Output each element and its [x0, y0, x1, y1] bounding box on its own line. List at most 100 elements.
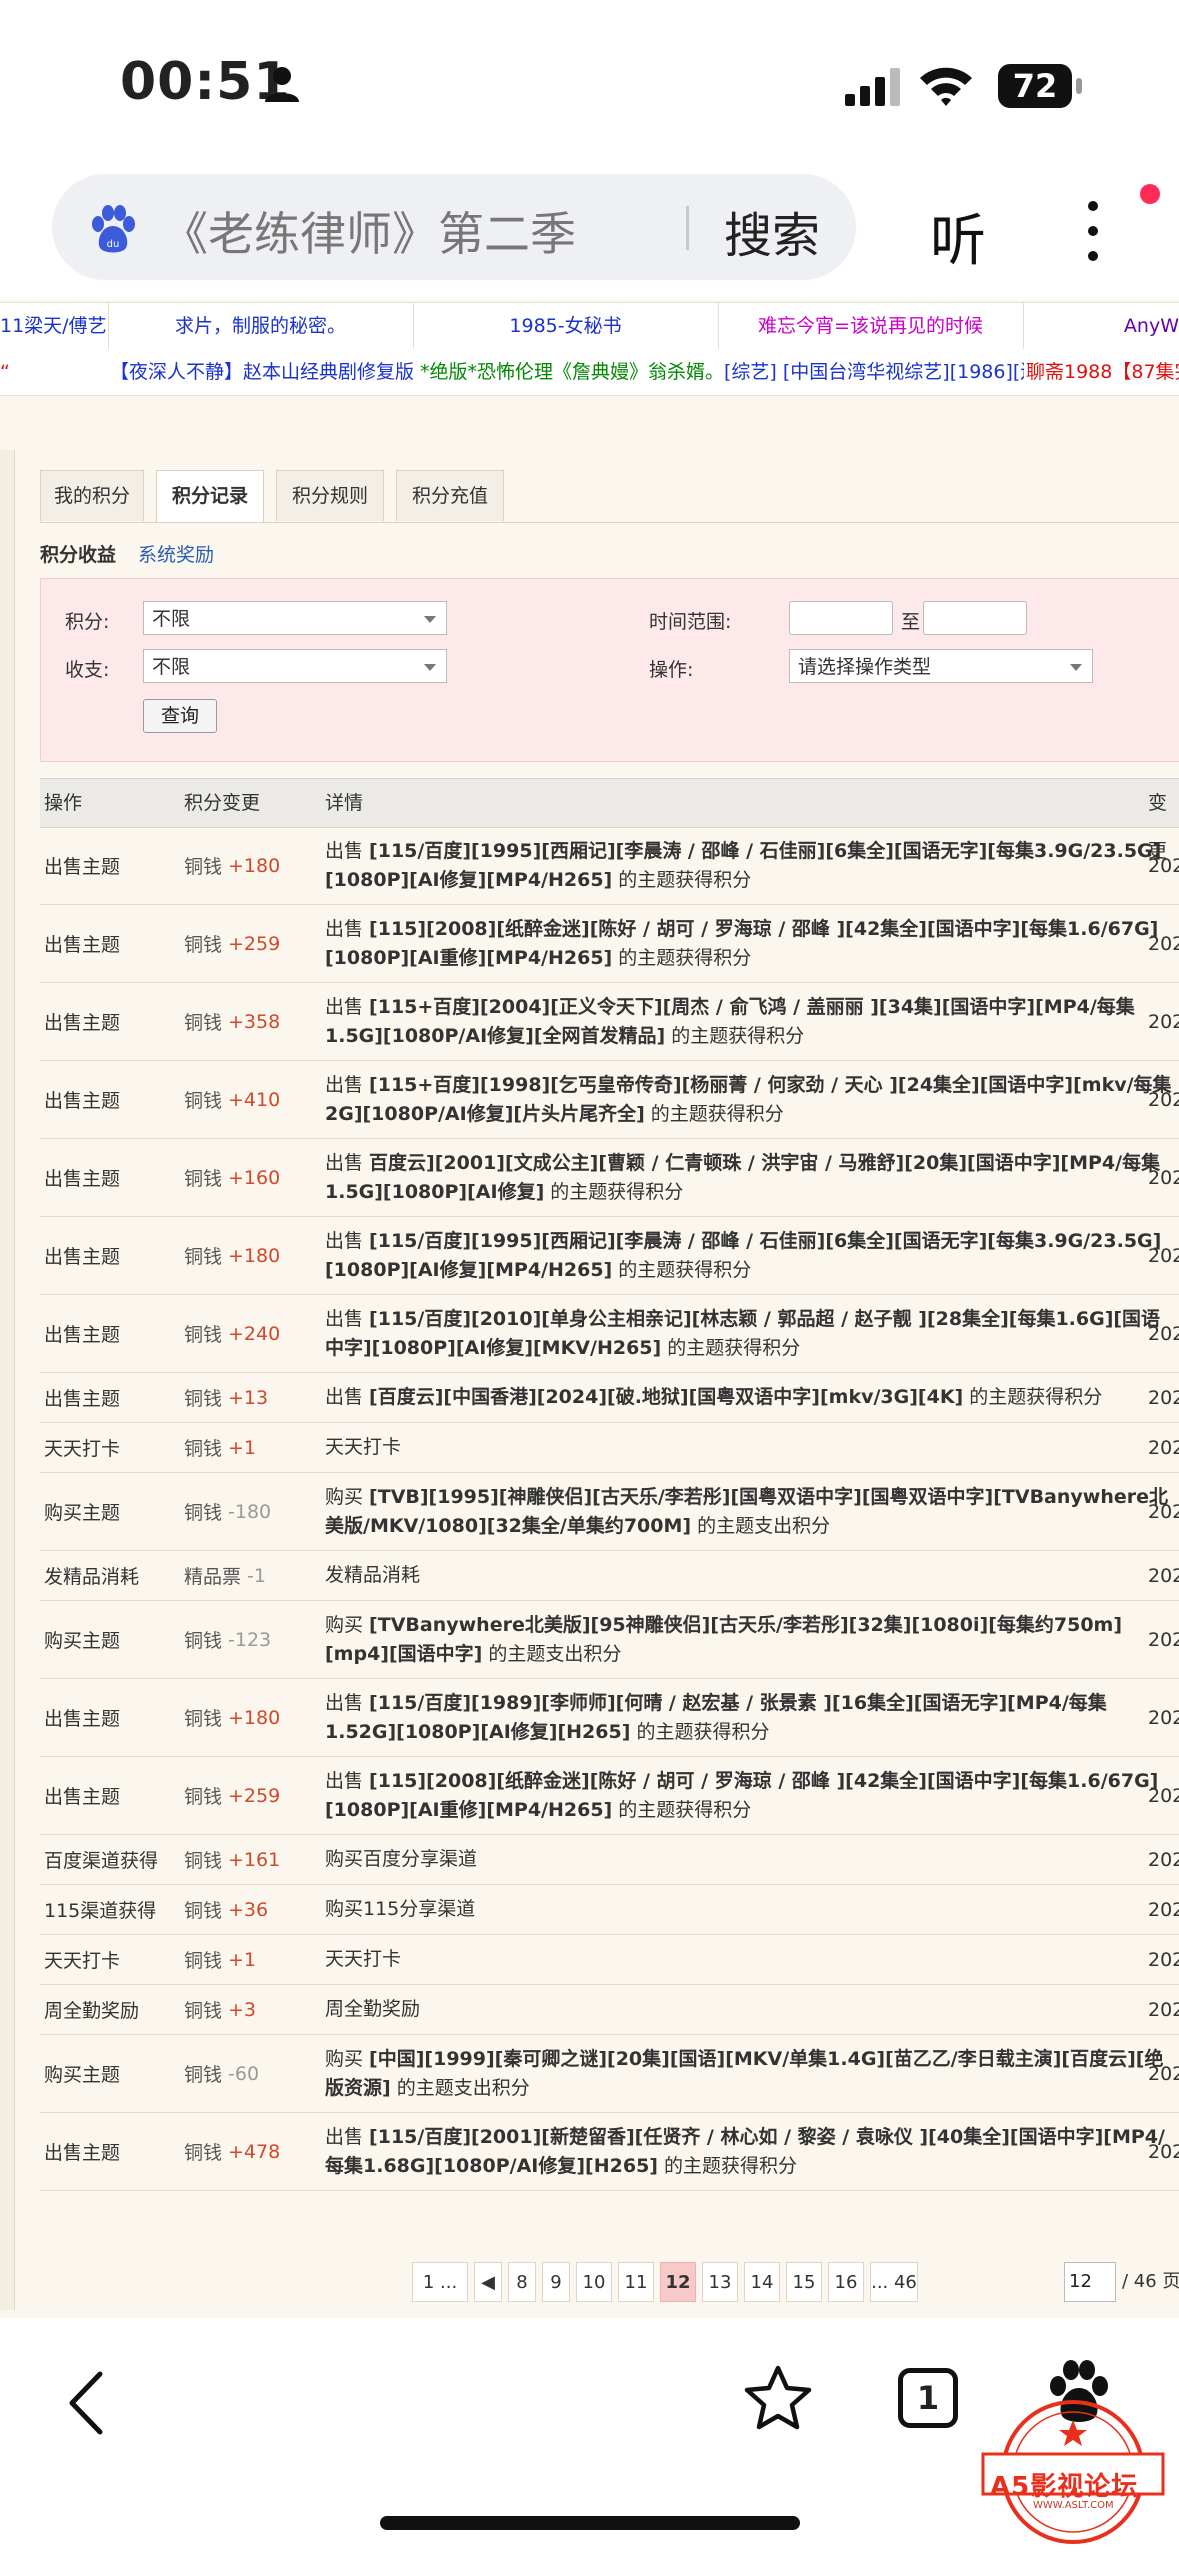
search-button[interactable]: 搜索: [724, 196, 820, 266]
table-row: 出售主题 铜钱 +180 出售 [115/百度][1995][西厢记][李晨涛 / 邵…: [40, 827, 1179, 905]
inout-filter-label: 收支:: [65, 659, 110, 681]
row-detail: 购买 [TVB][1995][神雕侠侣][古天乐/李若彤][国粤双语中字][国粤…: [325, 1473, 1175, 1550]
page-button[interactable]: 12: [660, 2262, 696, 2302]
page-button[interactable]: 14: [744, 2262, 780, 2302]
points-select-value: 不限: [152, 608, 191, 630]
row-detail: 发精品消耗: [325, 1551, 1175, 1600]
tab-my-points[interactable]: 我的积分: [40, 470, 144, 521]
more-menu-icon[interactable]: [1080, 196, 1106, 266]
subnav-points-income[interactable]: 积分收益: [40, 540, 116, 567]
banner-link-fragment[interactable]: “: [0, 349, 14, 395]
points-amount: +410: [228, 1088, 281, 1111]
banner-link[interactable]: AnyW: [1023, 303, 1179, 349]
prev-page-icon[interactable]: ◀: [474, 2262, 502, 2302]
row-points-change: 铜钱 +259: [184, 1757, 280, 1834]
detail-prefix: 购买: [325, 1485, 370, 1508]
operation-type-select[interactable]: 请选择操作类型: [789, 649, 1093, 683]
row-change-time: 202: [1148, 1088, 1179, 1111]
row-operation: 购买主题: [44, 1630, 121, 1652]
detail-prefix: 出售: [325, 995, 370, 1018]
currency-unit: 铜钱: [184, 934, 223, 956]
page-button[interactable]: 10: [576, 2262, 612, 2302]
page-total: / 46 页: [1122, 2271, 1179, 2292]
detail-prefix: 购买: [325, 2047, 370, 2070]
points-select[interactable]: 不限: [143, 601, 447, 635]
to-label: 至: [901, 611, 921, 633]
query-button[interactable]: 查询: [143, 699, 217, 733]
points-amount: -1: [247, 1564, 266, 1587]
row-detail: 出售 [115][2008][纸醉金迷][陈好 / 胡可 / 罗海琼 / 邵峰 …: [325, 905, 1175, 982]
banner-link[interactable]: [综艺] [中国台湾华视综艺][1986][连: [724, 349, 1024, 395]
row-detail: 出售 [115/百度][1995][西厢记][李晨涛 / 邵峰 / 石佳丽][6…: [325, 1217, 1175, 1294]
table-row: 出售主题 铜钱 +13 出售 [百度云][中国香港][2024][破.地狱][国粤双语…: [40, 1373, 1179, 1423]
operation-select-placeholder: 请选择操作类型: [798, 656, 932, 678]
table-row: 出售主题 铜钱 +180 出售 [115/百度][1989][李师师][何晴 / 赵宏…: [40, 1679, 1179, 1757]
operation-label: 操作:: [649, 659, 694, 681]
tab-points-recharge[interactable]: 积分充值: [396, 470, 504, 521]
row-operation: 出售主题: [44, 856, 121, 878]
detail-prefix: 出售: [325, 1386, 370, 1408]
thread-title-link[interactable]: [百度云][中国香港][2024][破.地狱][国粤双语中字][mkv/3G][…: [369, 1386, 963, 1408]
banner-link[interactable]: 聊斋1988【87集完: [1026, 349, 1179, 395]
thread-title-link[interactable]: 百度云][2001][文成公主][曹颖 / 仁青顿珠 / 洪宇宙 / 马雅舒][…: [325, 1152, 1160, 1203]
banner-link[interactable]: 【夜深人不静】赵本山经典剧修复版: [110, 349, 413, 395]
page-button[interactable]: 1 ...: [412, 2262, 468, 2302]
points-amount: +1: [228, 1436, 257, 1459]
page-button[interactable]: 11: [618, 2262, 654, 2302]
start-date-input[interactable]: [789, 601, 893, 635]
detail-suffix: 的主题支出积分: [482, 1642, 622, 1665]
header-operation: 操作: [44, 792, 83, 814]
detail-prefix: 出售: [325, 1073, 370, 1096]
table-row: 天天打卡 铜钱 +1 天天打卡 202: [40, 1423, 1179, 1473]
tab-points-records[interactable]: 积分记录: [156, 470, 264, 523]
points-amount: +1: [228, 1948, 257, 1971]
page-button[interactable]: 13: [702, 2262, 738, 2302]
row-detail: 出售 [115/百度][1995][西厢记][李晨涛 / 邵峰 / 石佳丽][6…: [325, 827, 1175, 904]
row-detail: 出售 [115+百度][2004][正义令天下][周杰 / 俞飞鸿 / 盖丽丽 …: [325, 983, 1175, 1060]
page-button[interactable]: 16: [828, 2262, 864, 2302]
table-row: 百度渠道获得 铜钱 +161 购买百度分享渠道 202: [40, 1835, 1179, 1885]
search-query-text: 《老练律师》第二季: [162, 207, 576, 261]
back-arrow-icon[interactable]: [62, 2368, 110, 2438]
points-amount: +180: [228, 1706, 281, 1729]
bookmark-star-icon[interactable]: [742, 2362, 814, 2434]
page-button[interactable]: 15: [786, 2262, 822, 2302]
row-operation: 出售主题: [44, 1090, 121, 1112]
currency-unit: 铜钱: [184, 2000, 223, 2022]
row-operation: 出售主题: [44, 1388, 121, 1410]
row-detail: 出售 [115/百度][1989][李师师][何晴 / 赵宏基 / 张景素 ][…: [325, 1679, 1175, 1756]
table-row: 出售主题 铜钱 +358 出售 [115+百度][2004][正义令天下][周杰 / …: [40, 983, 1179, 1061]
banner-link[interactable]: 难忘今宵=该说再见的时候: [718, 303, 1024, 349]
tab-switcher-button[interactable]: 1: [898, 2368, 958, 2428]
detail-suffix: 的主题获得积分: [612, 868, 752, 891]
inout-select[interactable]: 不限: [143, 649, 447, 683]
row-points-change: 铜钱 +259: [184, 905, 280, 982]
address-search-box[interactable]: du 《老练律师》第二季 搜索: [52, 174, 856, 280]
currency-unit: 铜钱: [184, 1786, 223, 1808]
banner-link[interactable]: 11梁天/傅艺: [0, 303, 109, 349]
page-button[interactable]: ... 46: [870, 2262, 918, 2302]
page-button[interactable]: 8: [508, 2262, 536, 2302]
banner-link[interactable]: *绝版*恐怖伦理《詹典嫚》翁杀婿。: [420, 349, 718, 395]
end-date-input[interactable]: [923, 601, 1027, 635]
row-detail: 出售 [115+百度][1998][乞丐皇帝传奇][杨丽菁 / 何家劲 / 天心…: [325, 1061, 1175, 1138]
detail-suffix: 的主题获得积分: [657, 2154, 798, 2177]
row-change-time: 202: [1148, 854, 1179, 877]
currency-unit: 铜钱: [184, 1708, 223, 1730]
listen-button[interactable]: 听: [930, 196, 986, 277]
page-button[interactable]: 9: [542, 2262, 570, 2302]
page-number-input[interactable]: 12: [1064, 2262, 1116, 2302]
table-row: 发精品消耗 精品票 -1 发精品消耗 202: [40, 1551, 1179, 1601]
subnav-system-rewards[interactable]: 系统奖励: [138, 540, 214, 567]
currency-unit: 铜钱: [184, 1630, 223, 1652]
banner-link[interactable]: 求片，制服的秘密。: [108, 303, 414, 349]
thread-title-link[interactable]: [TVBanywhere北美版][95神雕侠侣][古天乐/李若彤][32集][1…: [325, 1614, 1122, 1665]
tab-points-rules[interactable]: 积分规则: [276, 470, 384, 521]
row-points-change: 铜钱 +1: [184, 1423, 256, 1472]
row-operation: 出售主题: [44, 1246, 121, 1268]
banner-link[interactable]: 1985-女秘书: [413, 303, 719, 349]
row-change-time: 202: [1148, 1628, 1179, 1651]
row-points-change: 铜钱 +13: [184, 1373, 268, 1422]
detail-suffix: 的主题获得积分: [612, 946, 752, 969]
row-change-time: 202: [1148, 1436, 1179, 1459]
